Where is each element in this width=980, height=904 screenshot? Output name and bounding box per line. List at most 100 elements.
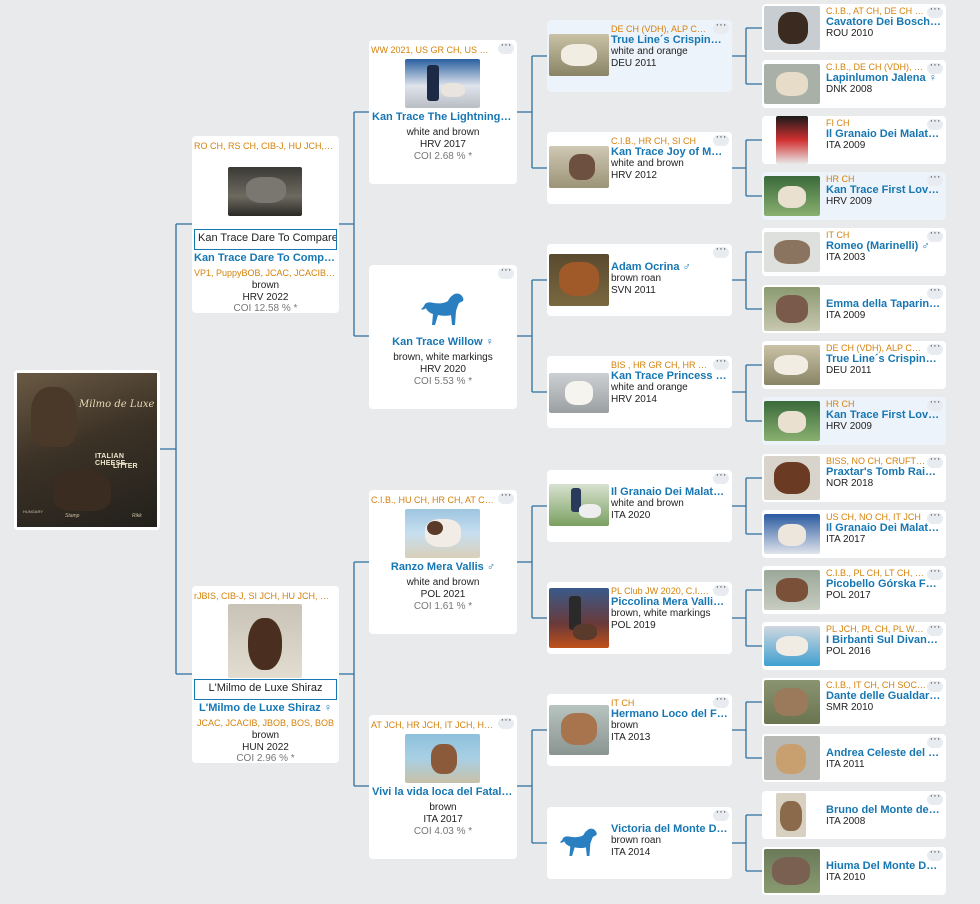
g2-card[interactable]: ··· Kan Trace Willow ♀ brown, white mark… [369,265,517,409]
dam-photo[interactable] [228,604,302,678]
g2-name[interactable]: Ranzo Mera Vallis ♂ [372,561,514,573]
g4-name[interactable]: Cavatore Dei Boschi D… [826,16,942,28]
g4-name[interactable]: Il Granaio Dei Malate… [826,128,942,140]
more-options-button[interactable]: ··· [498,490,514,504]
g4-card[interactable]: ··· Hiuma Del Monte Dell… ITA 2010 [762,847,946,895]
g4-card[interactable]: ··· FI CH Il Granaio Dei Malate… ITA 2009 [762,116,946,164]
g4-name[interactable]: Kan Trace First Love ♀ [826,409,942,421]
g3-name[interactable]: Piccolina Mera Vallis ♀ [611,596,728,608]
g4-photo[interactable] [776,116,808,164]
g4-card[interactable]: ··· Bruno del Monte dell… ITA 2008 [762,791,946,839]
g4-card[interactable]: ··· C.I.B., DE CH (VDH), DE JCH…Lapinlum… [762,60,946,108]
g4-photo[interactable] [764,570,820,610]
g4-name[interactable]: Kan Trace First Love ♀ [826,184,942,196]
g4-photo[interactable] [764,176,820,216]
g4-card[interactable]: ··· PL JCH, PL CH, PL W 2017…I Birbanti … [762,622,946,670]
g4-card[interactable]: ··· US CH, NO CH, IT JCH Il Granaio Dei M… [762,510,946,558]
g3-card[interactable]: ··· IT CH Hermano Loco del Fa… brown ITA… [547,694,732,766]
g4-photo[interactable] [764,232,820,272]
g2-origin: ITA 2017 [423,814,463,825]
g4-name[interactable]: Praxtar's Tomb Raide… [826,466,942,478]
sire-photo[interactable] [228,167,302,216]
g4-name[interactable]: Andrea Celeste del Fa… [826,747,942,759]
g4-name[interactable]: Il Granaio Dei Malates… [826,522,942,534]
more-options-button[interactable]: ··· [498,40,514,54]
g3-name[interactable]: Adam Ocrina ♂ [611,261,728,273]
g3-photo[interactable] [549,484,609,526]
g2-name[interactable]: Kan Trace The Lightning S… [372,111,514,123]
g4-card[interactable]: ··· C.I.B., IT CH, CH SOC., WW…Dante del… [762,678,946,726]
g4-name[interactable]: Hiuma Del Monte Dell… [826,860,942,872]
male-icon: ♂ [682,261,691,273]
sire-name-link[interactable]: Kan Trace Dare To Compa… [194,252,337,264]
g4-photo[interactable] [764,626,820,666]
g3-name[interactable]: True Line´s Crispino ♂ [611,34,728,46]
g4-card[interactable]: ··· Emma della Taparina … ITA 2009 [762,285,946,333]
dam-name-input[interactable]: L'Milmo de Luxe Shiraz [194,679,337,700]
g4-card[interactable]: ··· C.I.B., AT CH, DE CH (VDH),…Cavatore… [762,4,946,52]
g4-name[interactable]: Lapinlumon Jalena ♀ [826,72,942,84]
g2-card[interactable]: ··· AT JCH, HR JCH, IT JCH, HU JCH, S… V… [369,715,517,859]
g4-photo[interactable] [764,849,820,893]
g3-photo[interactable] [549,34,609,76]
g3-card[interactable]: ··· Adam Ocrina ♂ brown roan SVN 2011 [547,244,732,316]
more-options-button[interactable]: ··· [498,715,514,729]
g2-photo[interactable] [405,509,480,558]
g2-card[interactable]: ··· WW 2021, US GR CH, US CH, HR… Kan Tr… [369,40,517,184]
sire-name-input[interactable]: Kan Trace Dare To Compare [194,229,337,250]
g3-name[interactable]: Kan Trace Joy of My L… [611,146,728,158]
dam-name-link[interactable]: L'Milmo de Luxe Shiraz ♀ [194,702,337,714]
g4-photo[interactable] [764,736,820,780]
g3-photo[interactable] [549,146,609,188]
g2-card[interactable]: ··· C.I.B., HU CH, HR CH, AT CH, SI C… R… [369,490,517,634]
g4-photo[interactable] [764,456,820,500]
g2-name[interactable]: Kan Trace Willow ♀ [372,336,514,348]
g4-name[interactable]: Dante delle Gualdarie… [826,690,942,702]
g4-photo[interactable] [764,514,820,554]
g4-photo[interactable] [764,401,820,441]
g3-name[interactable]: Victoria del Monte De… [611,823,728,835]
g2-photo[interactable] [405,734,480,783]
g4-name[interactable]: Emma della Taparina … [826,298,942,310]
poster-signature-2: Rikk [132,513,142,519]
g2-photo[interactable] [405,59,480,108]
g3-card[interactable]: ··· Victoria del Monte De… brown roan IT… [547,807,732,879]
g2-titles: AT JCH, HR JCH, IT JCH, HU JCH, S… [371,720,495,730]
g3-card[interactable]: ··· Il Granaio Dei Malate… white and bro… [547,470,732,542]
sire-card[interactable]: RO CH, RS CH, CIB-J, HU JCH, SI J… Kan T… [192,136,339,313]
g4-photo[interactable] [764,345,820,385]
g3-photo[interactable] [549,588,609,648]
g3-card[interactable]: ··· PL Club JW 2020, C.I.B., R… Piccolin… [547,582,732,654]
g4-card[interactable]: ··· C.I.B., PL CH, LT CH, PL JCH…Picobel… [762,566,946,614]
g4-name[interactable]: True Line´s Crispino ♂ [826,353,942,365]
g3-card[interactable]: ··· C.I.B., HR CH, SI CH Kan Trace Joy o… [547,132,732,204]
g4-photo[interactable] [776,793,806,837]
g4-name[interactable]: I Birbanti Sul Divano … [826,634,942,646]
g4-name[interactable]: Picobello Górska Fant… [826,578,942,590]
more-options-button[interactable]: ··· [498,265,514,279]
g3-photo[interactable] [549,254,609,306]
g3-photo[interactable] [549,373,609,413]
g4-photo[interactable] [764,6,820,50]
dam-card[interactable]: rJBIS, CIB-J, SI JCH, HU JCH, SK JC… L'M… [192,586,339,763]
g4-photo[interactable] [764,287,820,331]
g3-name[interactable]: Hermano Loco del Fa… [611,708,728,720]
g4-photo[interactable] [764,680,820,724]
g4-card[interactable]: ··· BISS, NO CH, CRUFTS Q' 2…Praxtar's T… [762,454,946,502]
g3-name[interactable]: Kan Trace Princess Vi… [611,370,728,382]
g4-card[interactable]: ··· Andrea Celeste del Fa… ITA 2011 [762,734,946,782]
g4-card[interactable]: ··· HR CHKan Trace First Love ♀HRV 2009 [762,172,946,220]
g3-name[interactable]: Il Granaio Dei Malate… [611,486,728,498]
g4-card[interactable]: ··· IT CH Romeo (Marinelli) ♂ ITA 2003 [762,228,946,276]
g3-card[interactable]: ··· BIS , HR GR CH, HR CH, SI… Kan Trace… [547,356,732,428]
g3-card[interactable]: ··· DE CH (VDH), ALP CH, GW… True Line´s… [547,20,732,92]
g3-photo[interactable] [549,705,609,755]
g4-name[interactable]: Bruno del Monte dell… [826,804,942,816]
g4-origin: ITA 2017 [826,534,866,545]
g4-titles: IT CH [826,230,850,240]
g4-card[interactable]: ··· DE CH (VDH), ALP CH, GW…True Line´s … [762,341,946,389]
g4-name[interactable]: Romeo (Marinelli) ♂ [826,240,942,252]
g4-card[interactable]: ··· HR CHKan Trace First Love ♀HRV 2009 [762,397,946,445]
g4-photo[interactable] [764,64,820,104]
g2-name[interactable]: Vivi la vida loca del Fatalb… [372,786,514,798]
